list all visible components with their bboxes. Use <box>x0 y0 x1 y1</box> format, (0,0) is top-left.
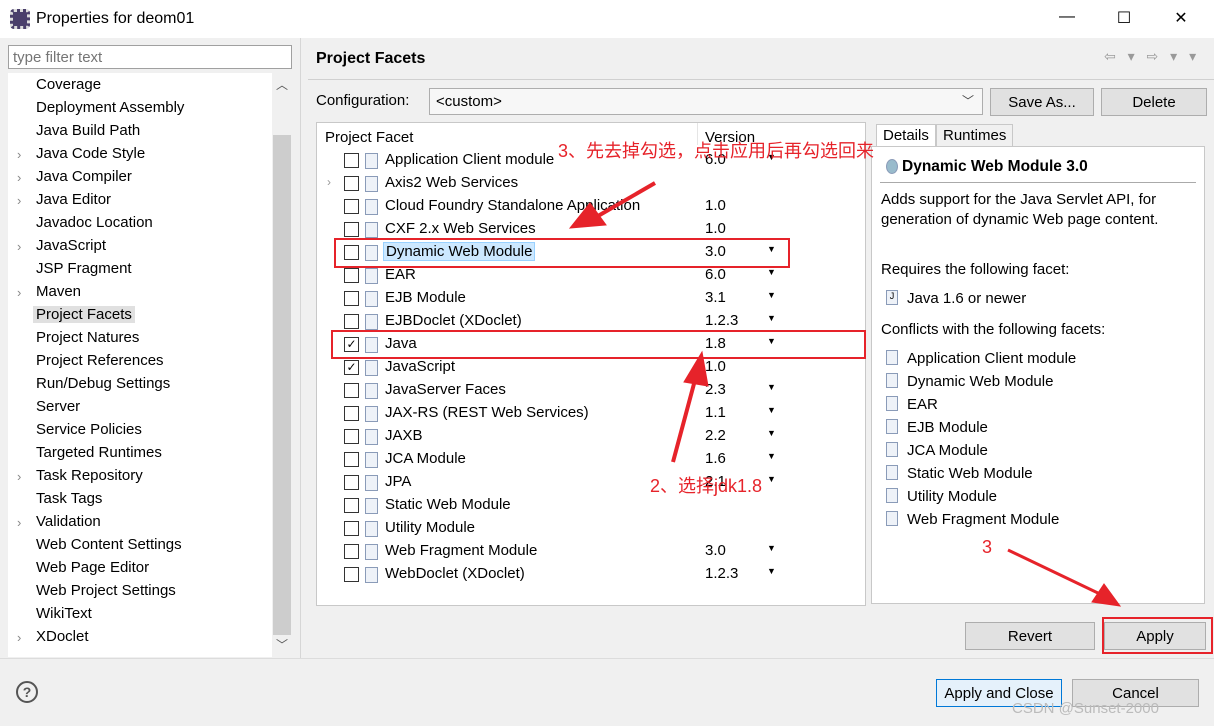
arrow-line <box>671 379 697 463</box>
arrow-line <box>1007 548 1101 596</box>
arrow-head <box>1091 583 1122 607</box>
arrow-head <box>683 350 709 387</box>
annotation-arrows <box>568 181 1122 607</box>
watermark: CSDN @Sunset-2000 <box>1012 700 1159 717</box>
arrow-line <box>596 181 657 218</box>
